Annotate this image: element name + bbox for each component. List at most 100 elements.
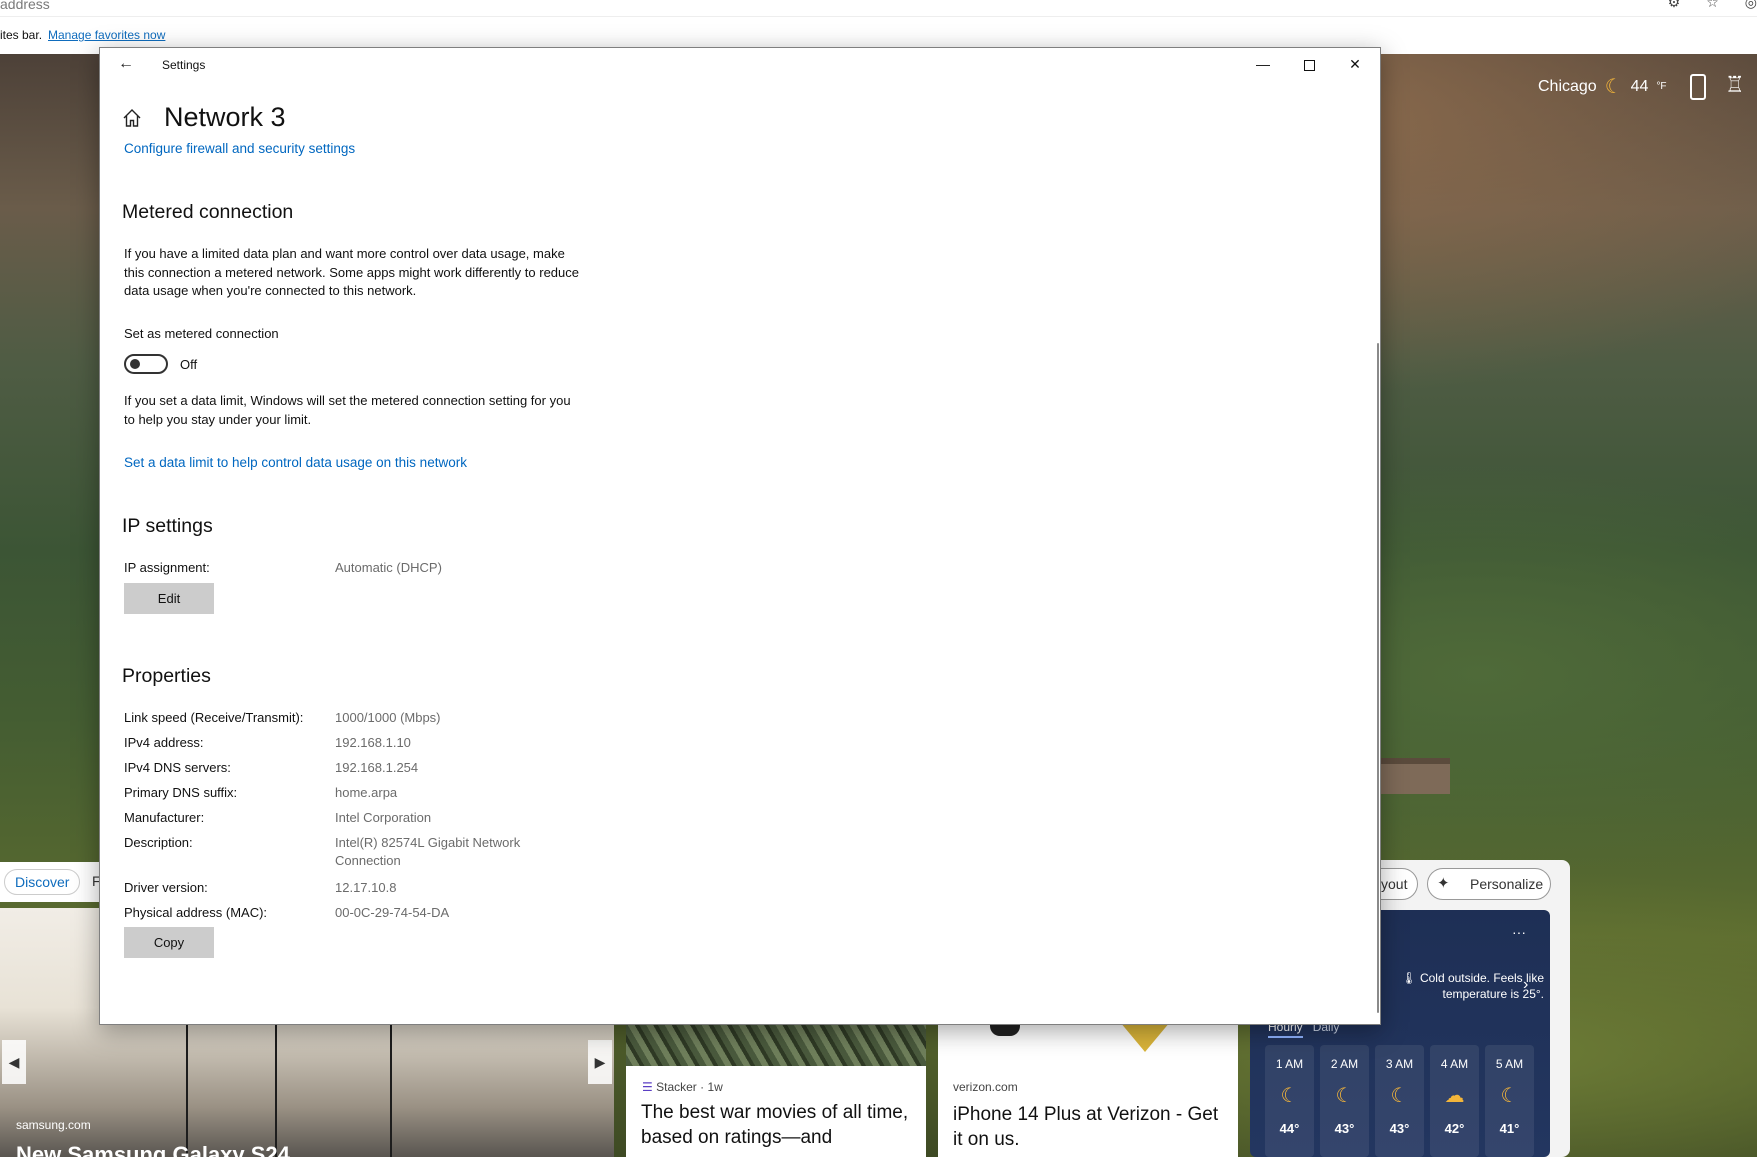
card-source: verizon.com	[953, 1080, 1018, 1094]
firewall-settings-link[interactable]: Configure firewall and security settings	[124, 141, 355, 156]
data-limit-description: If you set a data limit, Windows will se…	[124, 393, 571, 427]
moon-cloud-icon: ☁	[1444, 1085, 1465, 1107]
property-value: 1000/1000 (Mbps)	[335, 710, 441, 725]
title-bar[interactable]: ← Settings — ✕	[100, 48, 1380, 82]
thermometer-icon: 🌡	[1401, 971, 1417, 985]
chevron-right-icon[interactable]: ›	[1523, 976, 1528, 994]
card-title[interactable]: New Samsung Galaxy S24	[16, 1142, 290, 1157]
wallpaper-farmhouse	[1380, 758, 1450, 794]
hour-temp: 41°	[1499, 1121, 1520, 1136]
phone-icon[interactable]	[1690, 74, 1706, 100]
address-bar-text[interactable]: address	[0, 0, 50, 12]
property-label: Primary DNS suffix:	[124, 785, 238, 800]
property-value: 00-0C-29-74-54-DA	[335, 905, 450, 920]
hour-temp: 44°	[1279, 1121, 1300, 1136]
weather-unit: °F	[1656, 81, 1667, 92]
property-value: Intel(R) 82574L Gigabit Network Connecti…	[335, 835, 521, 868]
hour-forecast-item: 4 AM ☁ 42°	[1430, 1045, 1479, 1157]
extensions-icon[interactable]: ⚙	[1668, 0, 1681, 11]
card-age: · 1w	[700, 1080, 723, 1094]
personalize-label: Personalize	[1470, 876, 1544, 892]
scrollbar-thumb[interactable]	[1377, 343, 1379, 1013]
page-title: Network 3	[164, 102, 286, 132]
weather-tip[interactable]: 🌡 Cold outside. Feels like temperature i…	[1394, 970, 1544, 1002]
sparkle-star-icon: ✦	[1437, 875, 1450, 892]
property-value: 12.17.10.8	[335, 880, 397, 895]
card-source: Stacker	[656, 1080, 697, 1094]
phone-edge-1	[186, 1020, 188, 1157]
metered-connection-toggle[interactable]	[124, 354, 168, 374]
collections-icon[interactable]: ◎	[1745, 0, 1757, 11]
properties-heading: Properties	[122, 665, 211, 687]
moon-icon: ☾	[1335, 1085, 1354, 1107]
layout-label: yout	[1381, 876, 1408, 892]
ip-settings-heading: IP settings	[122, 515, 213, 537]
back-arrow-icon[interactable]: ←	[114, 55, 138, 75]
settings-window: ← Settings — ✕	[99, 47, 1381, 1025]
property-label: IPv4 address:	[124, 735, 204, 750]
property-label: Manufacturer:	[124, 810, 205, 825]
maximize-icon	[1303, 59, 1315, 71]
card-title[interactable]: iPhone 14 Plus at Verizon - Get it on us…	[953, 1102, 1223, 1152]
window-title: Settings	[162, 58, 206, 72]
hour-time: 5 AM	[1495, 1057, 1524, 1071]
minimize-button[interactable]: —	[1240, 48, 1286, 80]
favorites-icon[interactable]: ☆	[1706, 0, 1719, 11]
hour-forecast-item: 5 AM ☾ 41°	[1485, 1045, 1534, 1157]
property-label: Driver version:	[124, 880, 208, 895]
weather-temp: 44	[1630, 77, 1649, 95]
moon-icon: ☾	[1500, 1085, 1519, 1107]
home-icon[interactable]	[122, 108, 142, 128]
card-source: samsung.com	[16, 1118, 91, 1132]
phone-edge-2	[275, 1020, 277, 1157]
browser-toolbar-icons: ⚙ ☆ ◎	[1668, 0, 1757, 11]
hour-temp: 43°	[1334, 1121, 1355, 1136]
set-data-limit-link[interactable]: Set a data limit to help control data us…	[124, 455, 467, 470]
ip-assignment-value: Automatic (DHCP)	[335, 560, 442, 575]
hour-forecast-item: 3 AM ☾ 43°	[1375, 1045, 1424, 1157]
tab-discover[interactable]: Discover	[4, 869, 81, 895]
metered-toggle-label: Set as metered connection	[124, 326, 279, 341]
stacker-logo-icon: ☰	[642, 1080, 653, 1094]
phone-edge-3	[390, 1020, 392, 1157]
favorites-bar-text: ites bar.	[0, 28, 43, 42]
hour-time: 4 AM	[1440, 1057, 1469, 1071]
hour-forecast-item: 1 AM ☾ 44°	[1265, 1045, 1314, 1157]
hour-time: 1 AM	[1275, 1057, 1304, 1071]
metered-connection-heading: Metered connection	[122, 201, 294, 223]
card-title[interactable]: The best war movies of all time, based o…	[641, 1100, 911, 1150]
hourly-forecast: 1 AM ☾ 44° 2 AM ☾ 43° 3 AM ☾ 43° 4 AM ☁ …	[1265, 1045, 1534, 1157]
hour-time: 3 AM	[1385, 1057, 1414, 1071]
property-label: Physical address (MAC):	[124, 905, 268, 920]
card-thumbnail	[626, 1022, 926, 1066]
moon-icon: ☾	[1604, 76, 1623, 98]
hour-temp: 43°	[1389, 1121, 1410, 1136]
ip-assignment-label: IP assignment:	[124, 560, 210, 575]
property-label: IPv4 DNS servers:	[124, 760, 231, 775]
edit-ip-button[interactable]: Edit	[124, 583, 214, 614]
carousel-prev-icon[interactable]: ◀	[2, 1040, 26, 1084]
property-label: Description:	[124, 835, 193, 850]
hour-temp: 42°	[1444, 1121, 1465, 1136]
more-options-icon[interactable]: ···	[1512, 924, 1526, 940]
copy-properties-button[interactable]: Copy	[124, 927, 214, 958]
hour-forecast-item: 2 AM ☾ 43°	[1320, 1045, 1369, 1157]
metered-description: If you have a limited data plan and want…	[124, 246, 579, 298]
maximize-button[interactable]	[1286, 48, 1332, 80]
hour-time: 2 AM	[1330, 1057, 1359, 1071]
rewards-icon[interactable]: ♖	[1725, 72, 1745, 98]
manage-favorites-link[interactable]: Manage favorites now	[48, 28, 165, 42]
weather-widget-top[interactable]: Chicago ☾ 44 °F	[1538, 74, 1667, 99]
property-value: 192.168.1.10	[335, 735, 411, 750]
property-value: home.arpa	[335, 785, 398, 800]
toggle-knob	[130, 359, 140, 369]
property-label: Link speed (Receive/Transmit):	[124, 710, 304, 725]
property-value: 192.168.1.254	[335, 760, 419, 775]
moon-icon: ☾	[1390, 1085, 1409, 1107]
toggle-state-label: Off	[180, 357, 198, 372]
weather-city: Chicago	[1538, 77, 1597, 95]
property-value: Intel Corporation	[335, 810, 432, 825]
close-button[interactable]: ✕	[1332, 48, 1378, 80]
moon-icon: ☾	[1280, 1085, 1299, 1107]
carousel-next-icon[interactable]: ▶	[588, 1040, 612, 1084]
